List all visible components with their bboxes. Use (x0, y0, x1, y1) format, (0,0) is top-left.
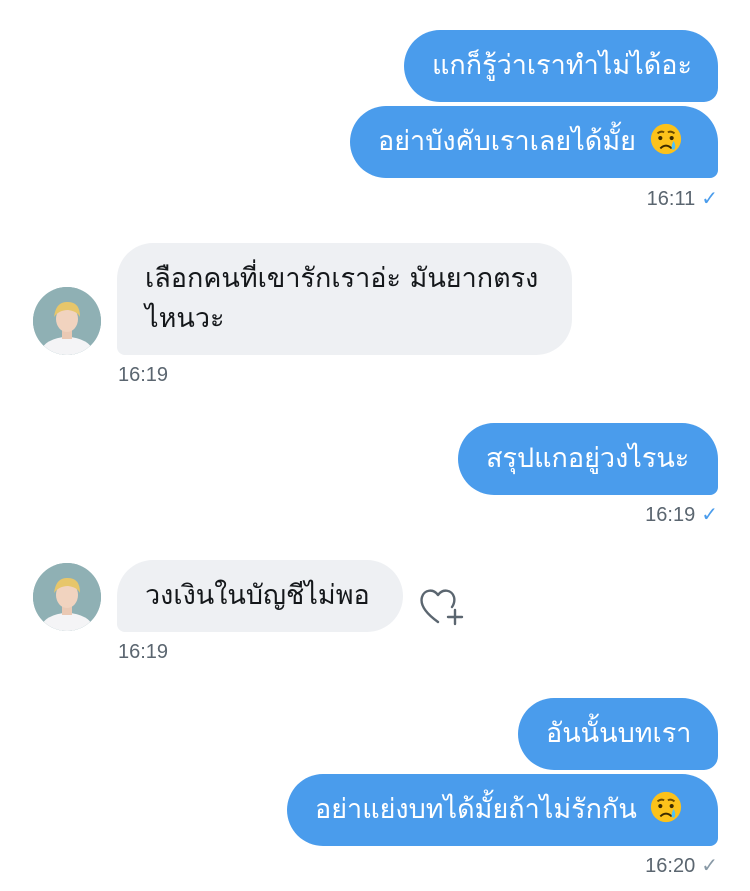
message-text: อย่าบังคับเราเลยได้มั้ย (378, 126, 636, 157)
message-text: อย่าแย่งบทได้มั้ยถ้าไม่รักกัน (315, 794, 637, 825)
message-bubble-outgoing[interactable]: อย่าบังคับเราเลยได้มั้ย (350, 106, 718, 178)
message-text: วงเงินในบัญชีไม่พอ (145, 580, 370, 611)
avatar[interactable] (33, 287, 101, 355)
message-timestamp: 16:11 ✓ (646, 188, 718, 210)
crying-face-emoji (650, 123, 681, 155)
message-bubble-outgoing[interactable]: อย่าแย่งบทได้มั้ยถ้าไม่รักกัน (287, 774, 718, 846)
message-text: แกก็รู้ว่าเราทำไม่ได้อะ (432, 50, 692, 81)
message-text-line: เลือกคนที่เขารักเราอ่ะ มันยากตรง (145, 263, 539, 294)
crying-face-emoji (651, 791, 682, 823)
check-icon: ✓ (701, 504, 718, 526)
message-timestamp: 16:19 (118, 641, 169, 663)
message-timestamp: 16:19 (118, 364, 169, 386)
message-timestamp: 16:19 ✓ (645, 504, 718, 526)
message-text: สรุปแกอยู่วงไรนะ (486, 443, 690, 474)
person-avatar-icon (33, 287, 101, 355)
message-timestamp: 16:20 ✓ (645, 855, 718, 877)
message-bubble-incoming[interactable]: เลือกคนที่เขารักเราอ่ะ มันยากตรง ไหนวะ (117, 243, 572, 355)
message-text-line: ไหนวะ (145, 303, 225, 334)
message-bubble-incoming[interactable]: วงเงินในบัญชีไม่พอ (117, 560, 403, 632)
person-avatar-icon (33, 563, 101, 631)
message-bubble-outgoing[interactable]: แกก็รู้ว่าเราทำไม่ได้อะ (404, 30, 718, 102)
avatar[interactable] (33, 563, 101, 631)
check-icon: ✓ (701, 188, 718, 210)
heart-plus-icon[interactable] (418, 584, 466, 628)
message-bubble-outgoing[interactable]: สรุปแกอยู่วงไรนะ (458, 423, 718, 495)
check-icon: ✓ (701, 855, 718, 877)
message-text: อันนั้นบทเรา (546, 718, 692, 749)
message-bubble-outgoing[interactable]: อันนั้นบทเรา (518, 698, 718, 770)
